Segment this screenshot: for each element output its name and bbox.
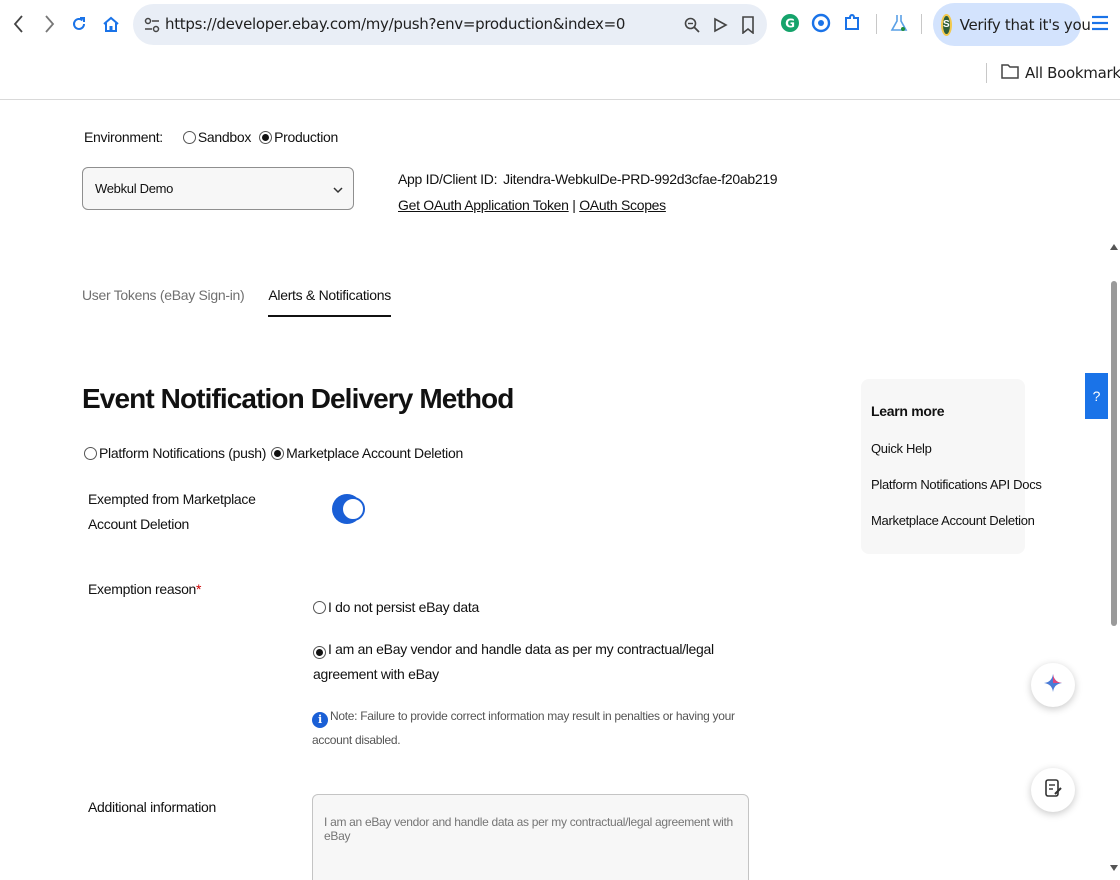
browser-toolbar: https://developer.ebay.com/my/push?env=p… bbox=[0, 0, 1120, 100]
forward-icon[interactable] bbox=[36, 10, 62, 38]
method-option-platform[interactable]: Platform Notifications (push) bbox=[84, 445, 266, 461]
additional-info-label: Additional information bbox=[88, 799, 217, 815]
avatar: S bbox=[941, 13, 952, 36]
get-oauth-token-link[interactable]: Get OAuth Application Token bbox=[398, 197, 569, 213]
penalty-note: i Note: Failure to provide correct inform… bbox=[312, 704, 752, 752]
radio-vendor[interactable] bbox=[313, 646, 326, 659]
page-content: Environment: Sandbox Production Webkul D… bbox=[0, 101, 1120, 880]
notes-icon bbox=[1043, 778, 1063, 803]
back-icon[interactable] bbox=[6, 10, 32, 38]
exemption-reason-text: Exemption reason bbox=[88, 581, 197, 597]
menu-icon[interactable] bbox=[1089, 12, 1111, 34]
delivery-method-selector: Platform Notifications (push) Marketplac… bbox=[84, 445, 468, 461]
environment-selector: Environment: Sandbox Production bbox=[84, 129, 346, 145]
sparkle-button[interactable] bbox=[1031, 663, 1075, 707]
app-select-value: Webkul Demo bbox=[95, 181, 174, 196]
radio-platform-notifications[interactable] bbox=[84, 446, 97, 460]
account-deletion-link[interactable]: Marketplace Account Deletion bbox=[871, 513, 1035, 528]
profile-verify-button[interactable]: S Verify that it's you bbox=[933, 3, 1091, 46]
info-icon: i bbox=[312, 712, 328, 728]
send-icon[interactable] bbox=[709, 14, 731, 36]
puzzle-icon[interactable] bbox=[841, 12, 863, 34]
exempted-toggle[interactable] bbox=[332, 494, 365, 524]
link-separator: | bbox=[572, 197, 576, 213]
app-select[interactable]: Webkul Demo bbox=[82, 167, 354, 210]
reload-icon[interactable] bbox=[66, 10, 92, 38]
oauth-scopes-link[interactable]: OAuth Scopes bbox=[579, 197, 666, 213]
all-bookmarks-button[interactable]: All Bookmarks bbox=[986, 62, 1120, 84]
grammarly-icon[interactable]: G bbox=[779, 12, 801, 34]
exemption-reason-label: Exemption reason* bbox=[88, 581, 202, 597]
verify-label: Verify that it's you bbox=[959, 15, 1091, 34]
address-bar[interactable]: https://developer.ebay.com/my/push?env=p… bbox=[133, 4, 767, 45]
toolbar-divider bbox=[876, 14, 877, 34]
environment-option-label: Sandbox bbox=[197, 129, 252, 145]
learn-more-title: Learn more bbox=[871, 403, 945, 419]
toggle-knob bbox=[341, 497, 365, 521]
environment-label: Environment: bbox=[84, 129, 163, 145]
url-text[interactable]: https://developer.ebay.com/my/push?env=p… bbox=[165, 15, 625, 33]
platform-notifications-docs-link[interactable]: Platform Notifications API Docs bbox=[871, 477, 1042, 492]
environment-option-production[interactable]: Production bbox=[259, 129, 338, 145]
extension-icon[interactable] bbox=[810, 12, 832, 34]
reason-option-label: I do not persist eBay data bbox=[328, 599, 479, 615]
radio-sandbox[interactable] bbox=[182, 130, 196, 144]
notes-button[interactable] bbox=[1031, 768, 1075, 812]
help-tab[interactable]: ? bbox=[1085, 373, 1108, 419]
bookmarks-divider bbox=[986, 63, 987, 83]
exempted-label: Exempted from Marketplace Account Deleti… bbox=[88, 491, 256, 532]
toolbar-divider bbox=[921, 14, 922, 34]
chevron-down-icon bbox=[333, 182, 343, 197]
radio-production[interactable] bbox=[259, 130, 273, 144]
app-id-value: Jitendra-WebkulDe-PRD-992d3cfae-f20ab219 bbox=[503, 171, 778, 187]
home-icon[interactable] bbox=[98, 10, 124, 38]
app-id-label: App ID/Client ID: bbox=[398, 171, 498, 187]
radio-no-persist[interactable] bbox=[313, 601, 326, 614]
scroll-down-arrow[interactable] bbox=[1110, 865, 1118, 871]
tab-alerts-notifications[interactable]: Alerts & Notifications bbox=[268, 287, 391, 317]
scroll-up-arrow[interactable] bbox=[1110, 244, 1118, 250]
reason-option-vendor[interactable]: I am an eBay vendor and handle data as p… bbox=[313, 637, 743, 687]
required-mark: * bbox=[196, 581, 202, 597]
labs-icon[interactable] bbox=[888, 12, 910, 34]
environment-option-sandbox[interactable]: Sandbox bbox=[182, 129, 252, 145]
oauth-links: Get OAuth Application Token | OAuth Scop… bbox=[398, 197, 666, 213]
scroll-thumb[interactable] bbox=[1111, 281, 1117, 626]
learn-more-card: Learn more Quick Help Platform Notificat… bbox=[861, 379, 1042, 554]
all-bookmarks-label: All Bookmarks bbox=[1025, 64, 1120, 82]
reason-option-label: I am an eBay vendor and handle data as p… bbox=[313, 641, 714, 682]
sparkle-icon bbox=[1043, 673, 1063, 698]
app-id-row: App ID/Client ID: Jitendra-WebkulDe-PRD-9… bbox=[398, 171, 778, 187]
folder-icon bbox=[1001, 63, 1019, 84]
bookmark-star-icon[interactable] bbox=[737, 14, 759, 36]
reason-option-no-persist[interactable]: I do not persist eBay data bbox=[313, 595, 743, 620]
additional-info-field[interactable] bbox=[312, 794, 749, 880]
tab-user-tokens[interactable]: User Tokens (eBay Sign-in) bbox=[82, 287, 245, 317]
method-option-account-deletion[interactable]: Marketplace Account Deletion bbox=[271, 445, 463, 461]
page-title: Event Notification Delivery Method bbox=[82, 383, 514, 414]
note-text: Note: Failure to provide correct informa… bbox=[312, 709, 735, 747]
site-info-icon[interactable] bbox=[142, 15, 162, 35]
quick-help-link[interactable]: Quick Help bbox=[871, 441, 1025, 456]
svg-text:G: G bbox=[785, 17, 795, 31]
radio-account-deletion[interactable] bbox=[271, 446, 285, 460]
method-option-label: Platform Notifications (push) bbox=[99, 445, 267, 461]
tab-bar: User Tokens (eBay Sign-in) Alerts & Noti… bbox=[82, 287, 415, 317]
environment-option-label: Production bbox=[274, 129, 338, 145]
page-scrollbar[interactable] bbox=[1108, 101, 1120, 880]
method-option-label: Marketplace Account Deletion bbox=[286, 445, 463, 461]
zoom-icon[interactable] bbox=[681, 14, 703, 36]
